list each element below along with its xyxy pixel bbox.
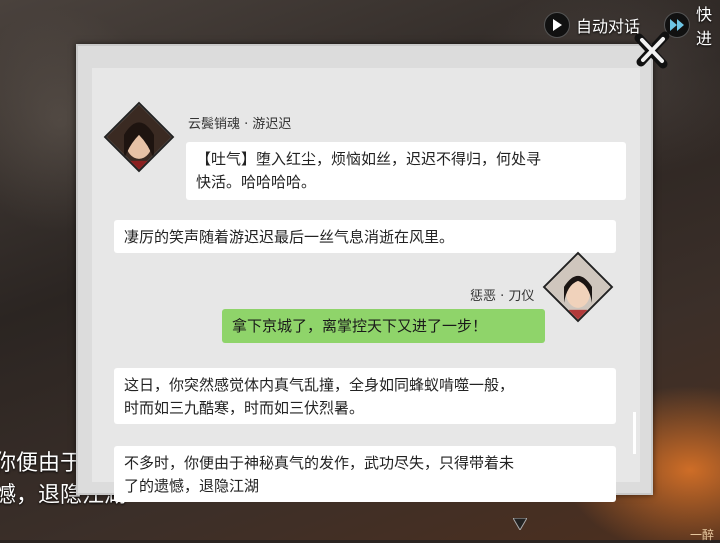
dialogue-log-panel: 云鬓销魂 · 游迟迟 【吐气】堕入红尘，烦恼如丝，迟迟不得归，何处寻 快活。哈哈… xyxy=(76,44,653,502)
narration-3-line-1: 不多时，你便由于神秘真气的发作，武功尽失，只得带着未 xyxy=(124,454,515,472)
narration-bubble-3: 不多时，你便由于神秘真气的发作，武功尽失，只得带着未 了的遗憾，退隐江湖 xyxy=(114,446,616,502)
close-icon xyxy=(634,31,670,69)
fast-forward-label: 快进 xyxy=(696,5,713,48)
auto-dialogue-label: 自动对话 xyxy=(576,17,641,36)
narration-2-line-1: 这日，你突然感觉体内真气乱撞，全身如同蜂蚁啃噬一般， xyxy=(124,376,515,394)
narration-bubble-1: 凄厉的笑声随着游迟迟最后一丝气息消逝在风里。 xyxy=(114,220,616,253)
player-avatar-daoyi xyxy=(542,251,614,323)
log-scrollbar[interactable] xyxy=(633,412,636,454)
narration-2-line-2: 时而如三九酷寒，时而如三伏烈暑。 xyxy=(124,399,365,417)
message-1-line-2: 快活。哈哈哈哈。 xyxy=(196,173,317,191)
message-bubble-1: 【吐气】堕入红尘，烦恼如丝，迟迟不得归，何处寻 快活。哈哈哈哈。 xyxy=(186,142,626,200)
close-button[interactable] xyxy=(633,30,673,70)
speaker-name-player: 惩恶 · 刀仪 xyxy=(470,289,535,304)
speaker-name-1: 云鬓销魂 · 游迟迟 xyxy=(188,117,292,132)
dialogue-log-list[interactable]: 云鬓销魂 · 游迟迟 【吐气】堕入红尘，烦恼如丝，迟迟不得归，何处寻 快活。哈哈… xyxy=(92,68,640,502)
narration-3-line-2: 了的遗憾，退隐江湖 xyxy=(124,477,260,495)
narration-bubble-2: 这日，你突然感觉体内真气乱撞，全身如同蜂蚁啃噬一般， 时而如三九酷寒，时而如三伏… xyxy=(114,368,616,424)
message-1-line-1: 堕入红尘，烦恼如丝，迟迟不得归，何处寻 xyxy=(256,150,542,168)
narration-1-text: 凄厉的笑声随着游迟迟最后一丝气息消逝在风里。 xyxy=(124,228,455,246)
more-down-arrow-icon[interactable] xyxy=(512,515,528,531)
player-message-bubble: 拿下京城了，离掌控天下又进了一步！ xyxy=(222,309,545,343)
play-icon xyxy=(544,12,570,38)
auto-dialogue-button[interactable]: 自动对话 xyxy=(544,12,640,38)
corner-label: 一醉 xyxy=(690,528,715,542)
player-message-text: 拿下京城了，离掌控天下又进了一步！ xyxy=(232,317,488,335)
npc-avatar-youchichi xyxy=(103,101,175,173)
message-tag: 【吐气】 xyxy=(196,150,257,168)
